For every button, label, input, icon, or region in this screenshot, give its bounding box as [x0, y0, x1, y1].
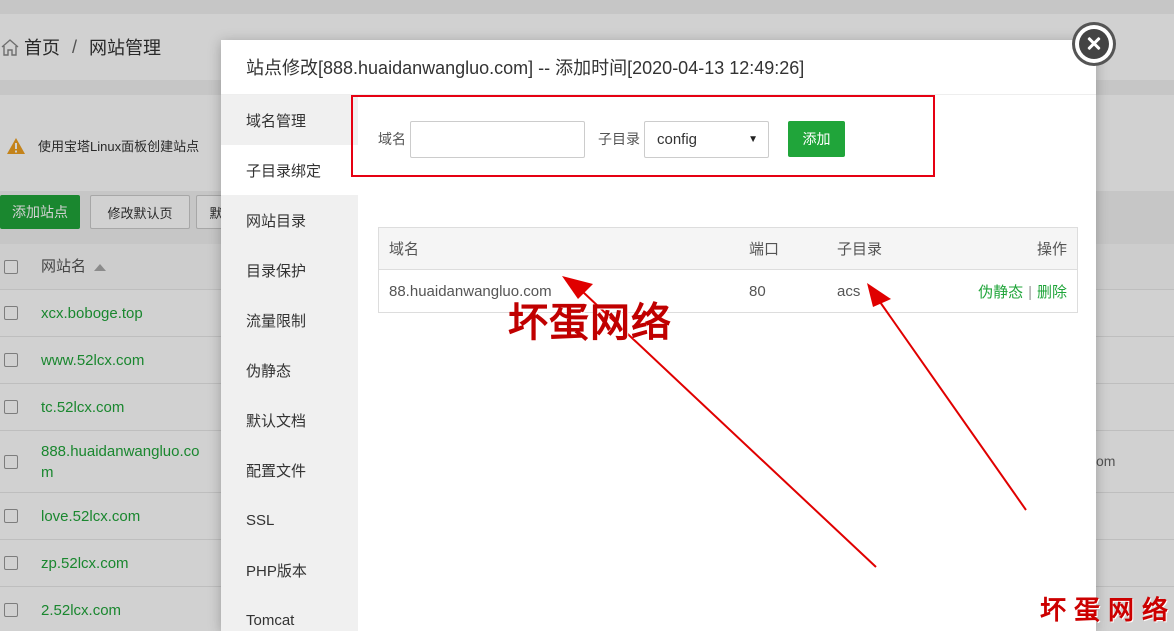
- binding-port: 80: [749, 282, 766, 300]
- chevron-down-icon: ▼: [748, 133, 758, 145]
- binding-actions: 伪静态 | 删除: [978, 281, 1067, 302]
- nav-item-traffic-limit[interactable]: 流量限制: [221, 295, 358, 345]
- domain-label: 域名: [378, 131, 406, 147]
- binding-subdir: acs: [837, 282, 861, 300]
- delete-link[interactable]: 删除: [1037, 284, 1067, 301]
- column-header-domain: 域名: [389, 241, 420, 258]
- binding-table-header: 域名 端口 子目录 操作: [379, 228, 1077, 270]
- subdir-label: 子目录: [598, 131, 640, 147]
- nav-item-tomcat[interactable]: Tomcat: [221, 595, 358, 631]
- nav-item-ssl[interactable]: SSL: [221, 495, 358, 545]
- modal-body: 域名 子目录 config ▼ 添加 域名 端口 子目录 操作 88.huaid…: [358, 95, 1096, 631]
- nav-item-subdir-binding[interactable]: 子目录绑定: [221, 145, 358, 195]
- nav-item-site-directory[interactable]: 网站目录: [221, 195, 358, 245]
- add-binding-button[interactable]: 添加: [788, 121, 845, 157]
- column-header-actions: 操作: [1036, 241, 1067, 258]
- column-header-subdir: 子目录: [837, 241, 883, 258]
- subdir-bind-form: 域名 子目录 config ▼ 添加: [378, 119, 845, 159]
- nav-item-rewrite[interactable]: 伪静态: [221, 345, 358, 395]
- subdir-selected-value: config: [657, 130, 698, 148]
- nav-item-config-file[interactable]: 配置文件: [221, 445, 358, 495]
- nav-item-php-version[interactable]: PHP版本: [221, 545, 358, 595]
- nav-item-domain-management[interactable]: 域名管理: [221, 95, 358, 145]
- modal-title: 站点修改[888.huaidanwangluo.com] -- 添加时间[202…: [221, 40, 1096, 95]
- modal-close-button[interactable]: [1075, 25, 1113, 63]
- modal-nav: 域名管理 子目录绑定 网站目录 目录保护 流量限制 伪静态 默认文档 配置文件 …: [221, 95, 358, 631]
- watermark-text: 坏蛋网络: [1040, 596, 1174, 626]
- table-row: 88.huaidanwangluo.com 80 acs 伪静态 | 删除: [379, 270, 1077, 312]
- subdir-select[interactable]: config ▼: [644, 120, 769, 158]
- domain-input[interactable]: [410, 120, 585, 158]
- nav-item-directory-protection[interactable]: 目录保护: [221, 245, 358, 295]
- annotation-text: 坏蛋网络: [508, 299, 672, 346]
- rewrite-link[interactable]: 伪静态: [978, 284, 1023, 301]
- nav-item-default-document[interactable]: 默认文档: [221, 395, 358, 445]
- binding-table: 域名 端口 子目录 操作 88.huaidanwangluo.com 80 ac…: [378, 227, 1078, 313]
- action-separator: |: [1028, 283, 1032, 301]
- close-icon: [1079, 29, 1109, 59]
- column-header-port: 端口: [749, 241, 780, 258]
